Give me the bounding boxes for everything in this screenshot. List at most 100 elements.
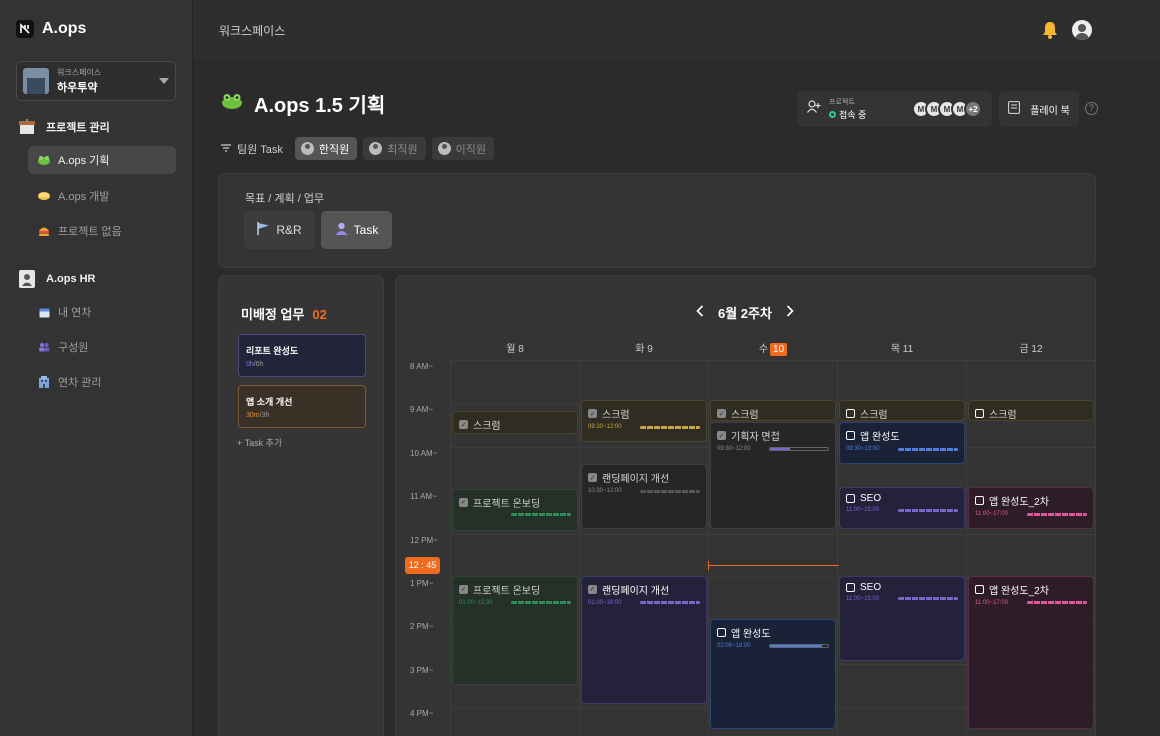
day-header[interactable]: 수 10 [709,340,837,356]
sidebar-item-aops-dev[interactable]: A.ops 개발 [28,182,176,210]
event-bar [1027,601,1087,605]
calendar-event[interactable]: SEO 11:00~15:00 [839,575,965,661]
checkbox-icon[interactable] [975,584,984,594]
workspace-selector[interactable]: 워크스페이스 하우투약 [16,61,176,101]
person-icon [18,270,36,288]
unplanned-card[interactable]: 앱 소개 개선 30m/3h [238,385,366,428]
sidebar-item-no-project[interactable]: 프로젝트 없음 [28,217,176,245]
calendar-event[interactable]: ✓ 랜딩페이지 개선 01:00~16:00 [581,575,707,705]
calendar-event[interactable]: 스크럼 [839,400,965,421]
calendar-event[interactable]: ✓ 기획자 면접 09:30~12:00 [710,422,836,530]
help-icon[interactable]: ? [1085,102,1098,115]
sidebar-section-label: 프로젝트 관리 [46,122,110,134]
member-chip-2[interactable]: 최직원 [363,137,426,160]
calendar-event[interactable]: 앱 완성도 09:30~13:00 [839,422,965,465]
user-avatar[interactable] [1072,20,1092,40]
playbook-label: 플레이 북 [1030,105,1070,117]
app-logo[interactable]: A.ops [16,20,86,38]
chevron-right-icon[interactable] [786,305,794,320]
day-header[interactable]: 월 8 [451,340,579,355]
checked-checkbox-icon[interactable]: ✓ [717,431,726,441]
checkbox-icon[interactable] [846,582,855,592]
rr-button[interactable]: R&R [244,211,315,249]
checked-checkbox-icon[interactable]: ✓ [588,584,597,594]
playbook-button[interactable]: 플레이 북 [999,91,1079,127]
today-badge: 10 [770,343,788,356]
calendar-event[interactable]: 앱 완성도_2차 11:00~17:00 [968,575,1094,729]
project-label: 프로젝트 [829,99,855,106]
checkbox-icon[interactable] [717,628,726,638]
hour-gridline [451,533,1095,535]
sidebar-item-aops-plan[interactable]: A.ops 기획 [28,146,176,174]
member-avatars[interactable]: M M M M +2 [912,100,982,118]
day-header[interactable]: 금 12 [967,340,1095,355]
event-title: SEO [860,581,882,593]
calendar-event[interactable]: 스크럼 [968,400,1094,421]
event-time: 11:00~15:00 [846,595,880,602]
day-header[interactable]: 화 9 [580,340,708,355]
unplanned-card[interactable]: 리포트 완성도 0h/6h [238,334,366,377]
board-icon [18,119,36,135]
time-label: 2 PM~ [410,622,434,632]
unplanned-panel: 미배정 업무 02 리포트 완성도 0h/6h 앱 소개 개선 30m/3h + … [218,275,384,736]
day-gridline [708,360,709,736]
day-gridline [579,360,580,736]
day-gridline [450,360,451,736]
event-time: 10:30~12:00 [588,488,622,495]
project-members-panel[interactable]: 프로젝트 접속 중 M M M M +2 [797,91,992,127]
checked-checkbox-icon[interactable]: ✓ [588,473,597,483]
bell-icon[interactable] [1042,21,1058,39]
event-title: 랜딩페이지 개선 [602,585,670,597]
calendar-event[interactable]: ✓ 스크럼 [710,400,836,421]
avatar [437,142,451,155]
event-title: 스크럼 [602,410,630,422]
day-header[interactable]: 목 11 [838,340,966,355]
checked-checkbox-icon[interactable]: ✓ [459,497,468,507]
checkbox-icon[interactable] [846,494,855,504]
calendar-event[interactable]: ✓ 랜딩페이지 개선 10:30~12:00 [581,464,707,530]
checkbox-icon[interactable] [975,409,984,419]
sidebar-item-members[interactable]: 구성원 [28,333,176,361]
add-task-button[interactable]: + Task 추가 [237,436,282,449]
member-chip-1[interactable]: 한직원 [294,137,358,160]
calendar-event[interactable]: 앱 완성도_2차 11:00~17:00 [968,487,1094,530]
filter-icon [221,143,231,155]
page-title: A.ops 1.5 기획 [254,95,386,117]
checked-checkbox-icon[interactable]: ✓ [588,409,597,419]
checked-checkbox-icon[interactable]: ✓ [459,584,468,594]
sidebar-item-label: A.ops 기획 [58,155,110,167]
event-time: 01:00~15:30 [459,599,493,606]
time-label: 12 PM~ [410,535,438,545]
event-title: 앱 완성도 [731,629,771,641]
calendar-event[interactable]: ✓ 프로젝트 온보딩 [452,488,578,532]
checkbox-icon[interactable] [846,409,855,419]
checkbox-icon[interactable] [846,431,855,441]
card-used: 30m [246,412,260,419]
event-bar [640,601,700,605]
time-label: 11 AM~ [410,492,437,502]
checkbox-icon[interactable] [975,496,984,506]
calendar-event[interactable]: SEO 11:00~15:00 [839,487,965,530]
chevron-left-icon[interactable] [696,305,704,320]
more-members-badge[interactable]: +2 [964,100,982,118]
member-chip-label: 이직원 [455,143,487,156]
week-calendar: 6월 2주차 월 8 화 9 수 10 목 11 금 12 8 AM~ 9 AM~ 1… [395,275,1096,736]
checked-checkbox-icon[interactable]: ✓ [459,420,468,430]
add-person-icon[interactable] [807,100,821,118]
sidebar-item-leave-manage[interactable]: 연차 관리 [28,368,176,396]
sidebar-section-project[interactable]: 프로젝트 관리 [18,119,110,135]
calendar-event[interactable]: ✓ 스크럼 09:30~12:00 [581,400,707,443]
sidebar-item-my-leave[interactable]: 내 연차 [28,298,176,326]
breadcrumb[interactable]: 워크스페이스 [219,22,285,39]
task-button[interactable]: Task [321,211,392,249]
calendar-event[interactable]: 앱 완성도 02:05~18:00 [710,619,836,729]
week-nav: 6월 2주차 [696,303,794,322]
checked-checkbox-icon[interactable]: ✓ [717,409,726,419]
sidebar-section-hr[interactable]: A.ops HR [18,270,96,288]
member-chip-3[interactable]: 이직원 [431,137,495,160]
sidebar-item-label: A.ops 개발 [58,191,110,203]
calendar-event[interactable]: ✓ 스크럼 [452,411,578,434]
calendar-event[interactable]: ✓ 프로젝트 온보딩 01:00~15:30 [452,575,578,686]
card-used: 0h [246,361,254,368]
time-label: 4 PM~ [410,709,434,719]
